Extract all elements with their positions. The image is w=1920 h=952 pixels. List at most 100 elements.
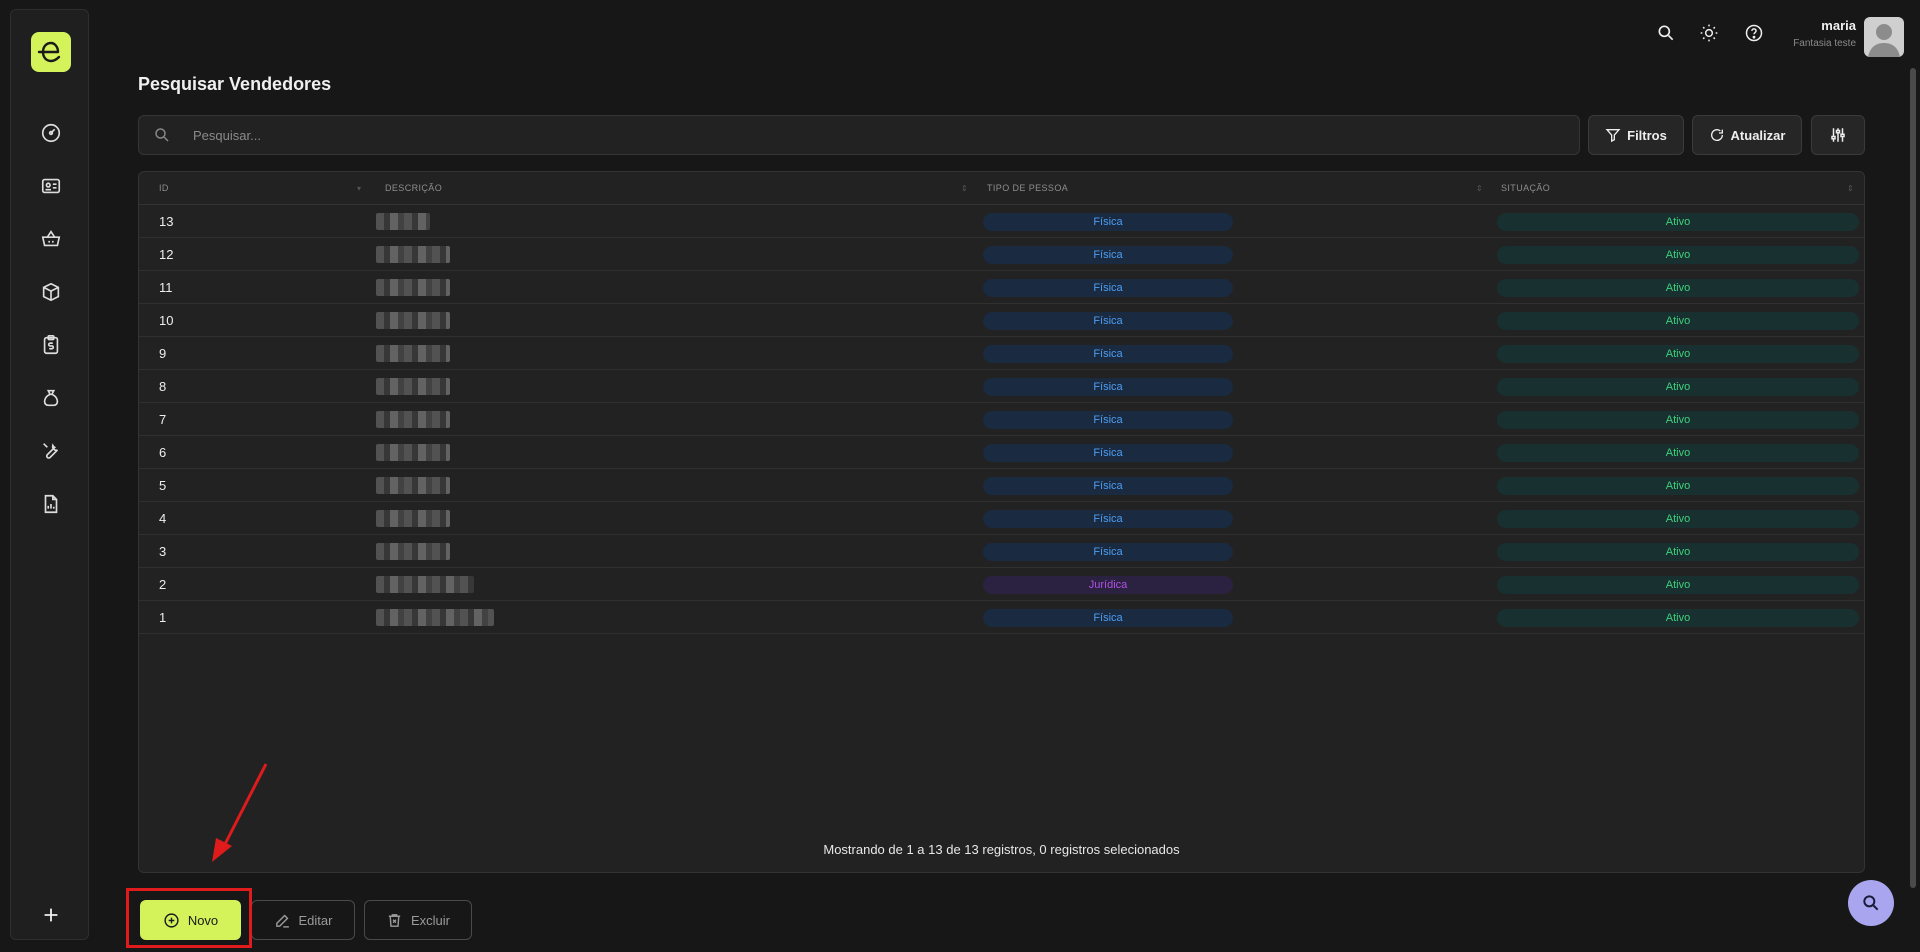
data-table: ID ▾ DESCRIÇÃO ⇕ TIPO DE PESSOA ⇕ SITUAÇ… xyxy=(138,171,1865,873)
table-row[interactable]: 3 Física Ativo xyxy=(139,535,1864,568)
table-row[interactable]: 12 Física Ativo xyxy=(139,238,1864,271)
cell-id: 6 xyxy=(159,445,167,460)
filter-icon xyxy=(1605,129,1621,143)
app-logo[interactable] xyxy=(31,32,71,72)
trash-icon xyxy=(388,913,401,927)
money-bag-icon[interactable] xyxy=(38,385,64,411)
column-header-tipo-pessoa[interactable]: TIPO DE PESSOA xyxy=(987,172,1068,205)
basket-icon[interactable] xyxy=(38,226,64,252)
clipboard-dollar-icon[interactable] xyxy=(38,332,64,358)
dashboard-icon[interactable] xyxy=(38,120,64,146)
table-row[interactable]: 5 Física Ativo xyxy=(139,469,1864,502)
table-footer: Mostrando de 1 a 13 de 13 registros, 0 r… xyxy=(823,842,1180,857)
refresh-button[interactable]: Atualizar xyxy=(1692,115,1802,155)
tipo-pessoa-badge: Física xyxy=(983,477,1233,495)
filters-label: Filtros xyxy=(1627,127,1667,143)
cell-id: 1 xyxy=(159,610,167,625)
redacted-description xyxy=(376,576,474,593)
tipo-pessoa-badge: Física xyxy=(983,510,1233,528)
table-row[interactable]: 4 Física Ativo xyxy=(139,502,1864,535)
refresh-icon xyxy=(1710,129,1723,141)
cell-id: 12 xyxy=(159,247,174,262)
status-badge: Ativo xyxy=(1497,213,1859,231)
floating-search-button[interactable] xyxy=(1848,880,1894,926)
sort-icon[interactable]: ⇕ xyxy=(961,172,968,205)
column-settings-button[interactable] xyxy=(1811,115,1865,155)
table-row[interactable]: 1 Física Ativo xyxy=(139,601,1864,634)
help-icon[interactable] xyxy=(1743,22,1765,44)
search-input-icon xyxy=(153,126,171,149)
avatar[interactable] xyxy=(1864,17,1904,57)
tipo-pessoa-badge: Física xyxy=(983,378,1233,396)
annotation-arrow-icon xyxy=(212,763,268,862)
cell-id: 9 xyxy=(159,346,167,361)
user-company: Fantasia teste xyxy=(1793,38,1856,49)
wrench-icon[interactable] xyxy=(38,438,64,464)
cell-id: 4 xyxy=(159,511,167,526)
tipo-pessoa-badge: Física xyxy=(983,345,1233,363)
refresh-label: Atualizar xyxy=(1730,127,1786,143)
redacted-description xyxy=(376,609,494,626)
table-row[interactable]: 13 Física Ativo xyxy=(139,205,1864,238)
user-name[interactable]: maria xyxy=(1821,18,1856,33)
column-header-id[interactable]: ID xyxy=(159,172,169,205)
table-row[interactable]: 8 Física Ativo xyxy=(139,370,1864,403)
user-avatar-icon xyxy=(1868,24,1900,57)
box-icon[interactable] xyxy=(38,279,64,305)
tipo-pessoa-badge: Física xyxy=(983,411,1233,429)
column-header-situacao[interactable]: SITUAÇÃO xyxy=(1501,172,1550,205)
status-badge: Ativo xyxy=(1497,345,1859,363)
status-badge: Ativo xyxy=(1497,246,1859,264)
sort-desc-icon[interactable]: ▾ xyxy=(357,172,361,205)
cell-id: 11 xyxy=(159,280,173,295)
redacted-description xyxy=(376,411,450,428)
tipo-pessoa-badge: Física xyxy=(983,279,1233,297)
delete-button[interactable]: Excluir xyxy=(364,900,472,940)
logo-icon xyxy=(37,41,61,63)
redacted-description xyxy=(376,543,450,560)
sun-icon[interactable] xyxy=(1698,22,1720,44)
plus-icon[interactable] xyxy=(38,902,64,928)
cell-id: 7 xyxy=(159,412,167,427)
tipo-pessoa-badge: Física xyxy=(983,312,1233,330)
table-row[interactable]: 2 Jurídica Ativo xyxy=(139,568,1864,601)
tipo-pessoa-badge: Física xyxy=(983,444,1233,462)
redacted-description xyxy=(376,378,450,395)
status-badge: Ativo xyxy=(1497,510,1859,528)
cell-id: 3 xyxy=(159,544,167,559)
search-icon[interactable] xyxy=(1655,22,1677,44)
column-header-descricao[interactable]: DESCRIÇÃO xyxy=(385,172,442,205)
filters-button[interactable]: Filtros xyxy=(1588,115,1684,155)
page-title: Pesquisar Vendedores xyxy=(138,74,332,94)
status-badge: Ativo xyxy=(1497,576,1859,594)
id-card-icon[interactable] xyxy=(38,173,64,199)
sort-icon[interactable]: ⇕ xyxy=(1476,172,1483,205)
status-badge: Ativo xyxy=(1497,444,1859,462)
cell-id: 10 xyxy=(159,313,174,328)
sliders-icon xyxy=(1831,128,1845,142)
redacted-description xyxy=(376,345,450,362)
redacted-description xyxy=(376,213,430,230)
table-row[interactable]: 11 Física Ativo xyxy=(139,271,1864,304)
edit-button[interactable]: Editar xyxy=(251,900,355,940)
search-input[interactable] xyxy=(193,116,1563,154)
report-icon[interactable] xyxy=(38,491,64,517)
tipo-pessoa-badge: Jurídica xyxy=(983,576,1233,594)
table-row[interactable]: 10 Física Ativo xyxy=(139,304,1864,337)
cell-id: 8 xyxy=(159,379,167,394)
cell-id: 13 xyxy=(159,214,174,229)
redacted-description xyxy=(376,279,450,296)
search-icon xyxy=(1863,895,1879,911)
table-row[interactable]: 9 Física Ativo xyxy=(139,337,1864,370)
status-badge: Ativo xyxy=(1497,477,1859,495)
status-badge: Ativo xyxy=(1497,609,1859,627)
edit-icon xyxy=(275,914,289,928)
table-row[interactable]: 7 Física Ativo xyxy=(139,403,1864,436)
table-row[interactable]: 6 Física Ativo xyxy=(139,436,1864,469)
search-bar[interactable] xyxy=(138,115,1580,155)
status-badge: Ativo xyxy=(1497,543,1859,561)
scrollbar[interactable] xyxy=(1910,68,1916,888)
sort-icon[interactable]: ⇕ xyxy=(1847,172,1854,205)
tipo-pessoa-badge: Física xyxy=(983,543,1233,561)
status-badge: Ativo xyxy=(1497,378,1859,396)
